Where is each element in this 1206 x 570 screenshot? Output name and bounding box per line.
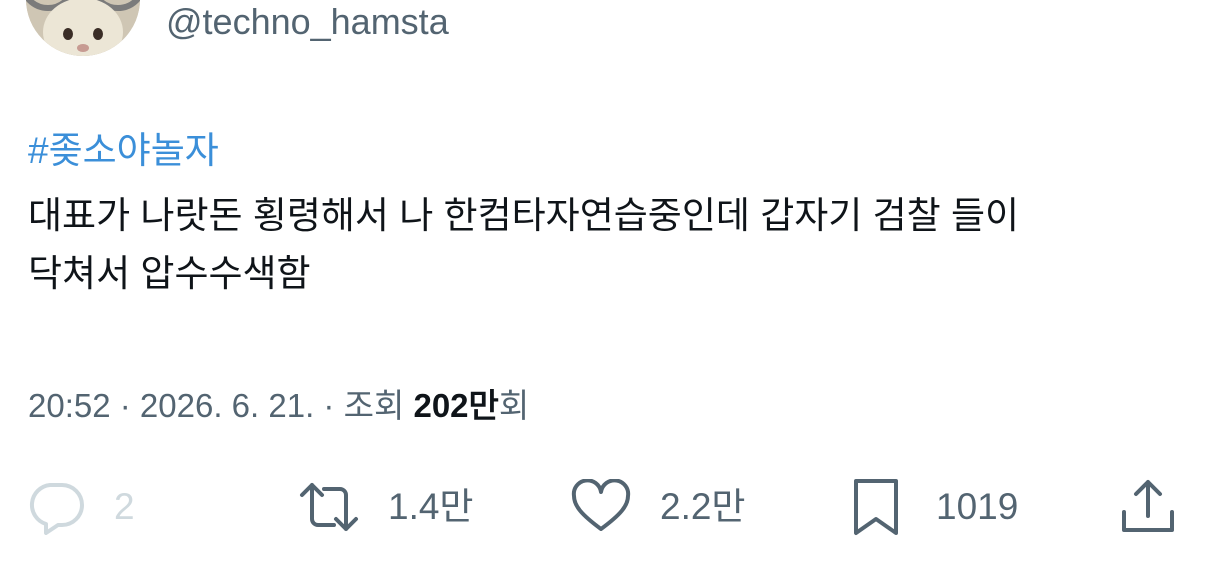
author-handle[interactable]: @techno_hamsta	[166, 0, 449, 44]
avatar[interactable]	[26, 0, 140, 56]
tweet-meta: 20:52 · 2026. 6. 21. · 조회 202만회	[28, 384, 529, 428]
tweet-time[interactable]: 20:52	[28, 387, 111, 424]
share-icon	[1122, 480, 1174, 532]
like-count: 2.2만	[660, 486, 746, 527]
like-button[interactable]: 2.2만	[570, 472, 745, 542]
hamster-avatar-image	[26, 0, 140, 56]
reply-icon	[29, 483, 84, 535]
reply-button[interactable]: 2	[26, 472, 135, 542]
retweet-icon	[300, 483, 358, 531]
views-count: 202만	[413, 387, 499, 424]
views-suffix: 회	[498, 387, 530, 424]
reply-count: 2	[114, 486, 135, 527]
action-bar: 2 1.4만 2.2만 1019	[0, 472, 1206, 542]
views-prefix: 조회	[343, 387, 414, 424]
retweet-count: 1.4만	[388, 486, 474, 527]
tweet-date[interactable]: 2026. 6. 21.	[140, 387, 314, 424]
meta-separator: ·	[314, 387, 344, 424]
bookmark-button[interactable]: 1019	[848, 472, 1018, 542]
share-button[interactable]	[1118, 472, 1178, 542]
tweet-text: 대표가 나랏돈 횡령해서 나 한컴타자연습중인데 갑자기 검찰 들이 닥쳐서 압…	[28, 195, 1020, 294]
retweet-button[interactable]: 1.4만	[298, 472, 473, 542]
bookmark-count: 1019	[936, 486, 1019, 527]
meta-separator: ·	[110, 387, 140, 424]
hashtag-link[interactable]: #좆소야놀자	[28, 127, 219, 175]
bookmark-icon	[854, 479, 898, 535]
heart-icon	[571, 479, 631, 531]
